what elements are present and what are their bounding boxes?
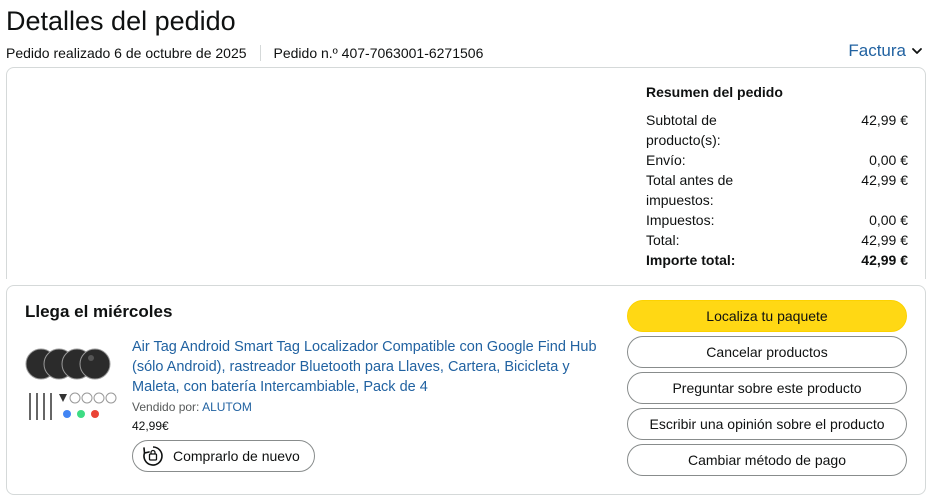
summary-row: Envío: 0,00 € bbox=[646, 150, 908, 170]
summary-label: Impuestos: bbox=[646, 212, 715, 228]
invoice-label: Factura bbox=[848, 41, 906, 60]
chevron-down-icon bbox=[912, 48, 922, 54]
write-review-button[interactable]: Escribir una opinión sobre el producto bbox=[627, 408, 907, 440]
summary-label: Importe total: bbox=[646, 252, 736, 268]
summary-label: Total: bbox=[646, 232, 680, 248]
summary-value: 42,99 € bbox=[861, 172, 908, 188]
product-image[interactable] bbox=[25, 338, 120, 426]
buy-again-icon bbox=[143, 446, 163, 466]
seller-info: Vendido por: ALUTOM bbox=[132, 400, 252, 414]
order-date: Pedido realizado 6 de octubre de 2025 bbox=[6, 45, 247, 61]
buy-again-label: Comprarlo de nuevo bbox=[173, 448, 300, 464]
summary-label: Total antes de impuestos: bbox=[646, 172, 734, 208]
cancel-items-button[interactable]: Cancelar productos bbox=[627, 336, 907, 368]
product-title-link[interactable]: Air Tag Android Smart Tag Localizador Co… bbox=[132, 337, 602, 397]
summary-value: 42,99 € bbox=[861, 112, 908, 128]
summary-value: 42,99 € bbox=[861, 232, 908, 248]
divider bbox=[259, 45, 261, 61]
summary-title: Resumen del pedido bbox=[646, 84, 783, 100]
change-payment-button[interactable]: Cambiar método de pago bbox=[627, 444, 907, 476]
track-package-button[interactable]: Localiza tu paquete bbox=[627, 300, 907, 332]
page-title: Detalles del pedido bbox=[6, 6, 236, 36]
seller-prefix: Vendido por: bbox=[132, 400, 200, 414]
summary-value: 42,99 € bbox=[861, 252, 908, 268]
summary-value: 0,00 € bbox=[869, 152, 908, 168]
summary-label: Envío: bbox=[646, 152, 686, 168]
summary-total-row: Importe total: 42,99 € bbox=[646, 250, 908, 270]
summary-row: Subtotal de producto(s): 42,99 € bbox=[646, 110, 908, 150]
order-meta: Pedido realizado 6 de octubre de 2025 Pe… bbox=[6, 45, 483, 61]
summary-row: Total antes de impuestos: 42,99 € bbox=[646, 170, 908, 210]
summary-row: Total: 42,99 € bbox=[646, 230, 908, 250]
delivery-title: Llega el miércoles bbox=[25, 302, 173, 321]
order-number: Pedido n.º 407-7063001-6271506 bbox=[273, 45, 484, 61]
summary-label: Subtotal de producto(s): bbox=[646, 112, 721, 148]
seller-link[interactable]: ALUTOM bbox=[202, 400, 252, 414]
product-price: 42,99€ bbox=[132, 419, 169, 433]
summary-value: 0,00 € bbox=[869, 212, 908, 228]
ask-product-question-button[interactable]: Preguntar sobre este producto bbox=[627, 372, 907, 404]
buy-again-button[interactable]: Comprarlo de nuevo bbox=[132, 440, 315, 472]
shipment-actions: Localiza tu paquete Cancelar productos P… bbox=[627, 300, 907, 480]
order-summary: Resumen del pedido Subtotal de producto(… bbox=[646, 84, 908, 270]
invoice-dropdown[interactable]: Factura bbox=[848, 41, 923, 61]
summary-row: Impuestos: 0,00 € bbox=[646, 210, 908, 230]
